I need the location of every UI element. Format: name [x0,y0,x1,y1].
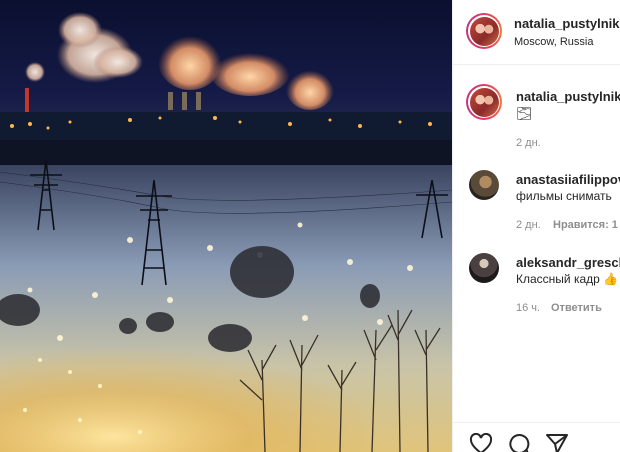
comment-time[interactable]: 16 ч. [516,302,540,314]
comment-icon[interactable] [507,433,531,452]
foggy-city-night-image [0,0,452,452]
comment-avatar-aleksandr[interactable] [469,253,499,283]
post-author-name[interactable]: natalia_pustylnik [514,16,619,31]
post-photo[interactable] [0,0,452,452]
comment-likes-count[interactable]: Нравится: 1 [553,219,618,231]
comment-author-name[interactable]: anastasiiafilippov [516,172,620,187]
author-avatar[interactable] [466,13,502,49]
post-side-panel: natalia_pustylnik Moscow, Russia natalia… [452,0,620,452]
comment-text: Классный кадр 👍 [516,272,619,286]
post-location[interactable]: Moscow, Russia [514,36,593,48]
caption-author-avatar[interactable] [466,84,502,120]
post-actions-bar [453,422,620,452]
like-icon[interactable] [469,432,493,452]
caption-text: 🌫 [516,106,533,121]
caption-author-name[interactable]: natalia_pustylnik [516,89,620,104]
caption-time[interactable]: 2 дн. [516,137,541,149]
reply-button[interactable]: Ответить [551,302,602,314]
share-icon[interactable] [545,433,569,452]
comment-text: фильмы снимать [516,189,612,203]
comment-author-name[interactable]: aleksandr_greschn [516,255,620,270]
comment-time[interactable]: 2 дн. [516,219,541,231]
post-header: natalia_pustylnik Moscow, Russia [453,0,620,65]
comment-avatar-anastasiia[interactable] [469,170,499,200]
